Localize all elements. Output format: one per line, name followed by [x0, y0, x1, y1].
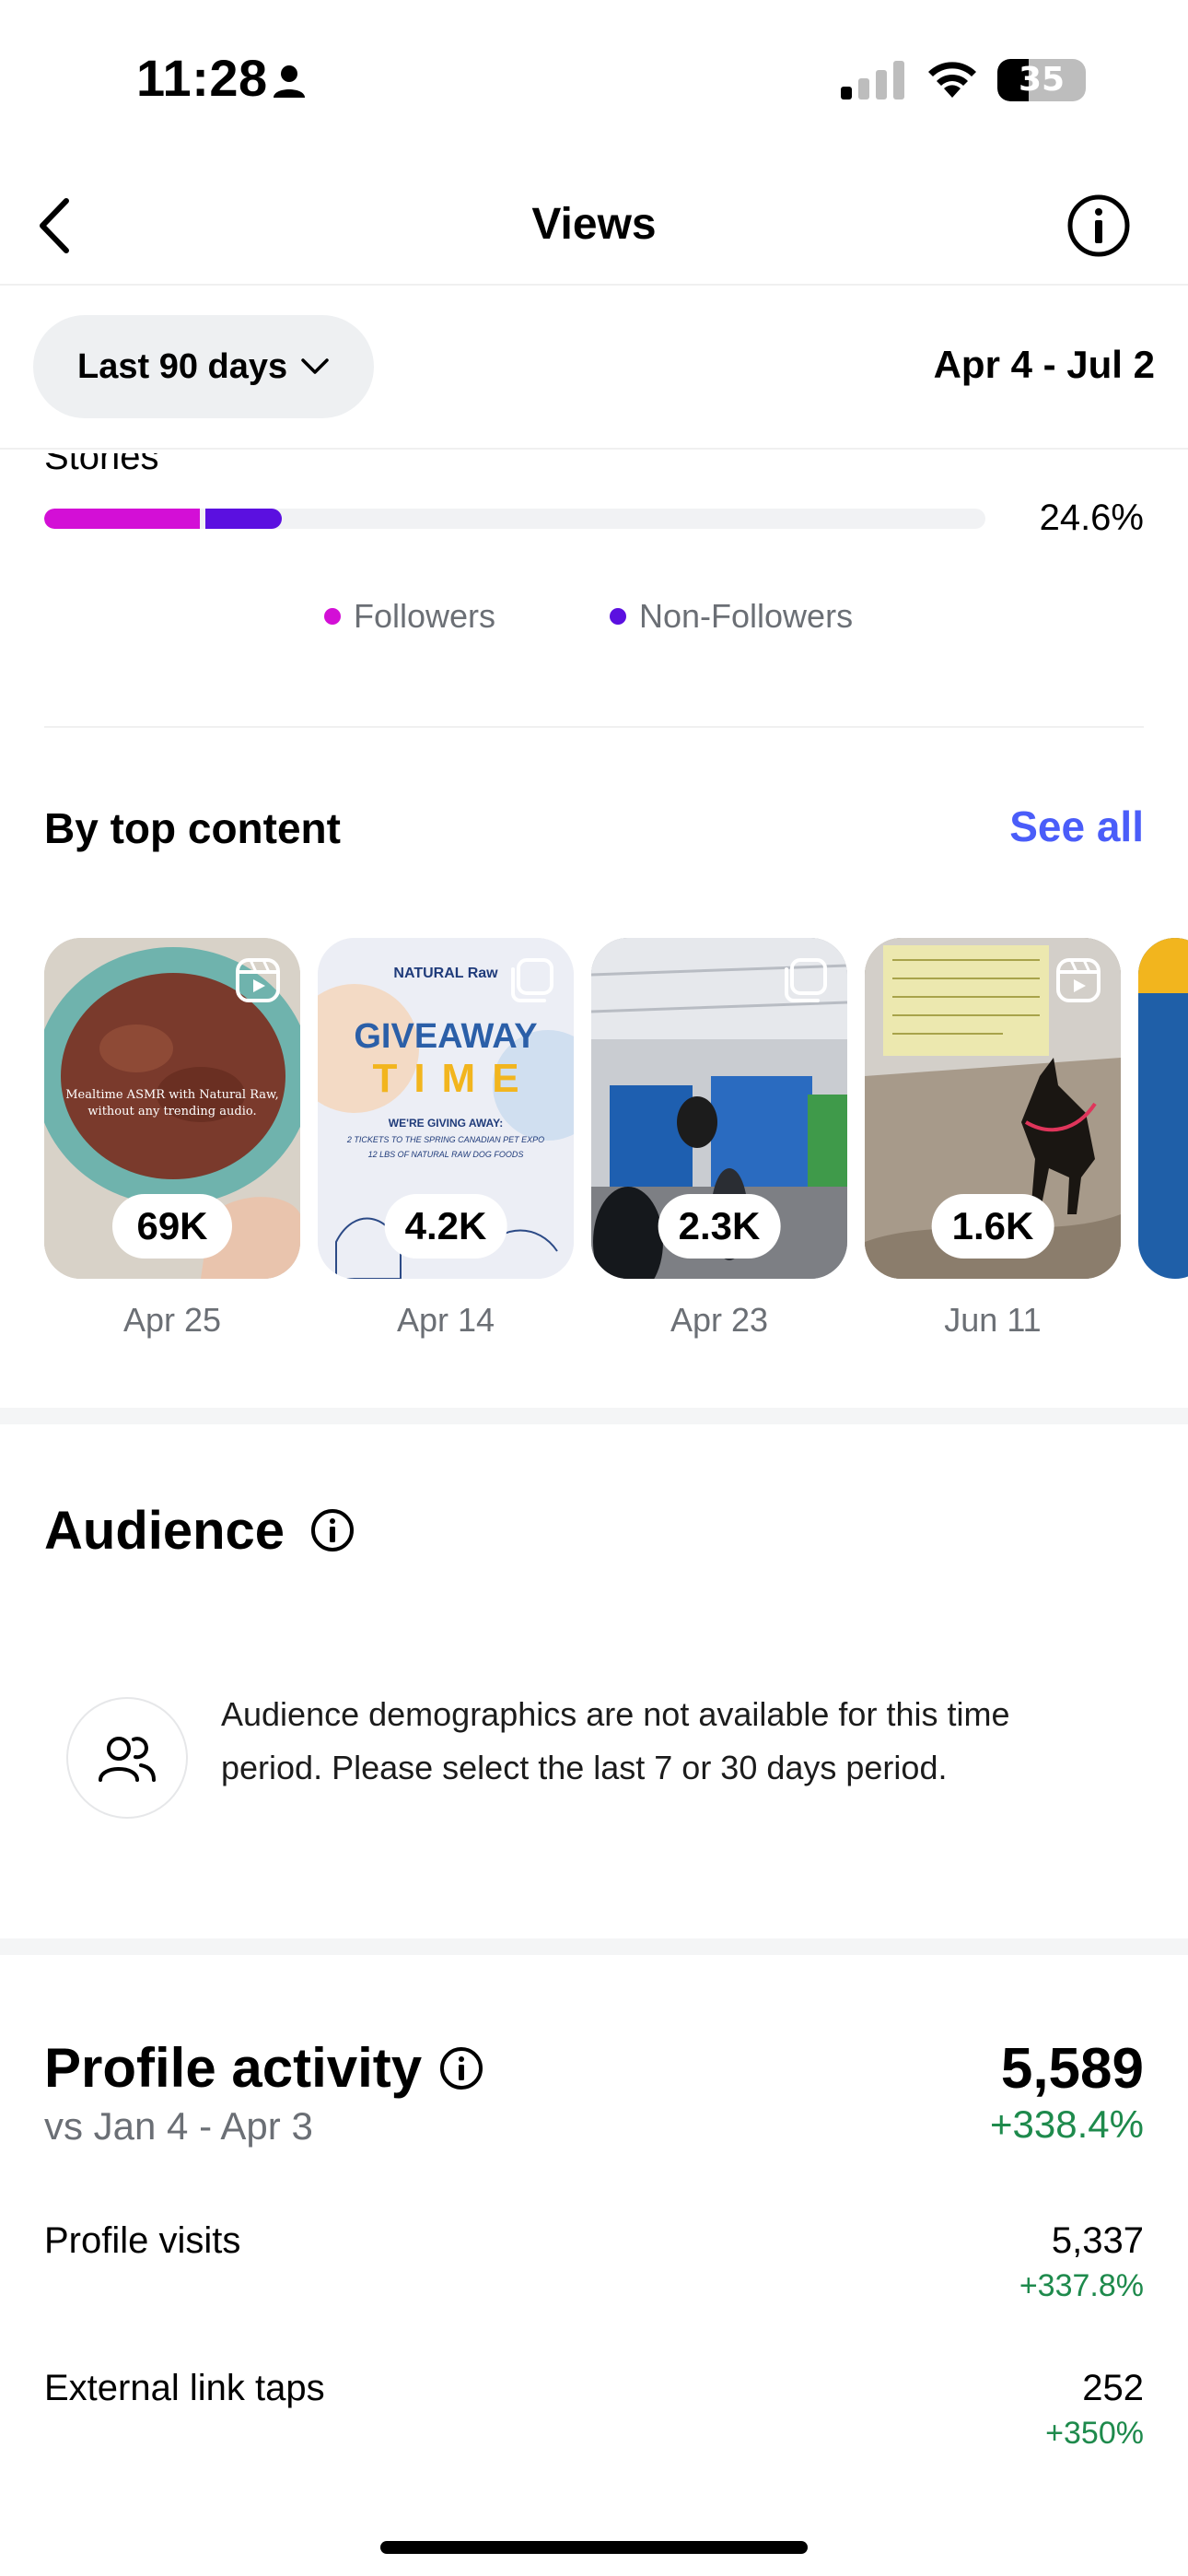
divider	[44, 726, 1144, 728]
content-card[interactable]: 2.3K	[591, 938, 847, 1279]
reel-icon	[236, 958, 280, 1002]
stories-label: Stories	[44, 437, 159, 477]
metric-label-external-link-taps: External link taps	[44, 2368, 325, 2408]
content-card-partial[interactable]	[1138, 938, 1188, 1279]
date-range-label: Last 90 days	[77, 346, 288, 386]
stories-progress-bar	[44, 509, 985, 529]
view-count-badge: 1.6K	[931, 1194, 1054, 1259]
profile-activity-total: 5,589	[1000, 2037, 1144, 2101]
see-all-link[interactable]: See all	[1009, 802, 1144, 851]
section-divider	[0, 1938, 1188, 1955]
top-content-title: By top content	[44, 804, 341, 852]
metric-change-external-link-taps: +350%	[1045, 2416, 1144, 2451]
thumbnail-headline: GIVEAWAY	[354, 1017, 538, 1056]
audience-unavailable-message: Audience demographics are not available …	[221, 1695, 1010, 1786]
info-icon[interactable]	[1066, 193, 1131, 258]
audience-icon-circle	[66, 1697, 188, 1819]
followers-segment	[44, 509, 200, 529]
page-title: Views	[531, 200, 657, 249]
thumbnail-subtitle: WE'RE GIVING AWAY:	[388, 1117, 504, 1130]
thumbnail-line-1: 2 TICKETS TO THE SPRING CANADIAN PET EXP…	[346, 1135, 545, 1144]
chevron-down-icon	[301, 358, 329, 374]
info-icon[interactable]	[438, 2045, 484, 2091]
thumbnail-caption: Mealtime ASMR with Natural Raw, without …	[65, 1088, 279, 1118]
content-card[interactable]: 1.6K	[865, 938, 1121, 1279]
compare-period: vs Jan 4 - Apr 3	[44, 2104, 313, 2148]
non-followers-dot	[610, 608, 626, 625]
stories-percent: 24.6%	[1039, 498, 1144, 538]
content-date: Jun 11	[944, 1301, 1042, 1339]
metric-change-profile-visits: +337.8%	[1019, 2268, 1144, 2303]
battery-icon: 35	[997, 59, 1086, 101]
content-date: Apr 25	[122, 1301, 222, 1339]
divider	[0, 284, 1188, 286]
person-icon	[274, 65, 305, 98]
section-divider	[0, 1408, 1188, 1424]
legend-followers-label: Followers	[354, 597, 496, 635]
post-icon	[511, 958, 553, 1002]
legend-non-followers: Non-Followers	[610, 597, 853, 636]
profile-activity-change: +338.4%	[990, 2102, 1144, 2146]
followers-dot	[324, 608, 341, 625]
battery-cap	[1077, 72, 1084, 88]
info-icon[interactable]	[309, 1507, 355, 1553]
view-count-badge: 69K	[112, 1194, 232, 1259]
metric-value-profile-visits: 5,337	[1051, 2220, 1144, 2261]
content-date: Apr 23	[670, 1301, 769, 1339]
thumbnail-headline-2: TIME	[372, 1056, 536, 1101]
metric-label-profile-visits: Profile visits	[44, 2220, 241, 2261]
thumbnail-line-2: 12 LBS OF NATURAL RAW DOG FOODS	[367, 1150, 524, 1159]
reel-icon	[1056, 958, 1101, 1002]
date-range-text: Apr 4 - Jul 2	[933, 343, 1155, 386]
view-count-badge: 4.2K	[384, 1194, 507, 1259]
legend-non-followers-label: Non-Followers	[639, 597, 854, 635]
wifi-icon	[928, 62, 976, 98]
divider	[0, 448, 1188, 450]
metric-value-external-link-taps: 252	[1082, 2368, 1144, 2408]
profile-activity-title: Profile activity	[44, 2037, 423, 2099]
date-range-dropdown[interactable]: Last 90 days	[33, 315, 374, 418]
legend-followers: Followers	[324, 597, 495, 636]
thumbnail-band	[1138, 938, 1188, 993]
non-followers-segment	[205, 509, 282, 529]
content-card[interactable]: Mealtime ASMR with Natural Raw, without …	[44, 938, 300, 1279]
audience-title: Audience	[44, 1501, 285, 1561]
people-icon	[99, 1737, 156, 1782]
content-card[interactable]: NATURAL Raw GIVEAWAY TIME WE'RE GIVING A…	[318, 938, 574, 1279]
content-date: Apr 14	[396, 1301, 495, 1339]
home-indicator[interactable]	[380, 2541, 808, 2554]
status-time: 11:28	[136, 49, 268, 107]
post-icon	[785, 958, 827, 1002]
view-count-badge: 2.3K	[658, 1194, 781, 1259]
cellular-signal-icon	[841, 61, 904, 100]
battery-percent: 35	[1018, 61, 1066, 99]
